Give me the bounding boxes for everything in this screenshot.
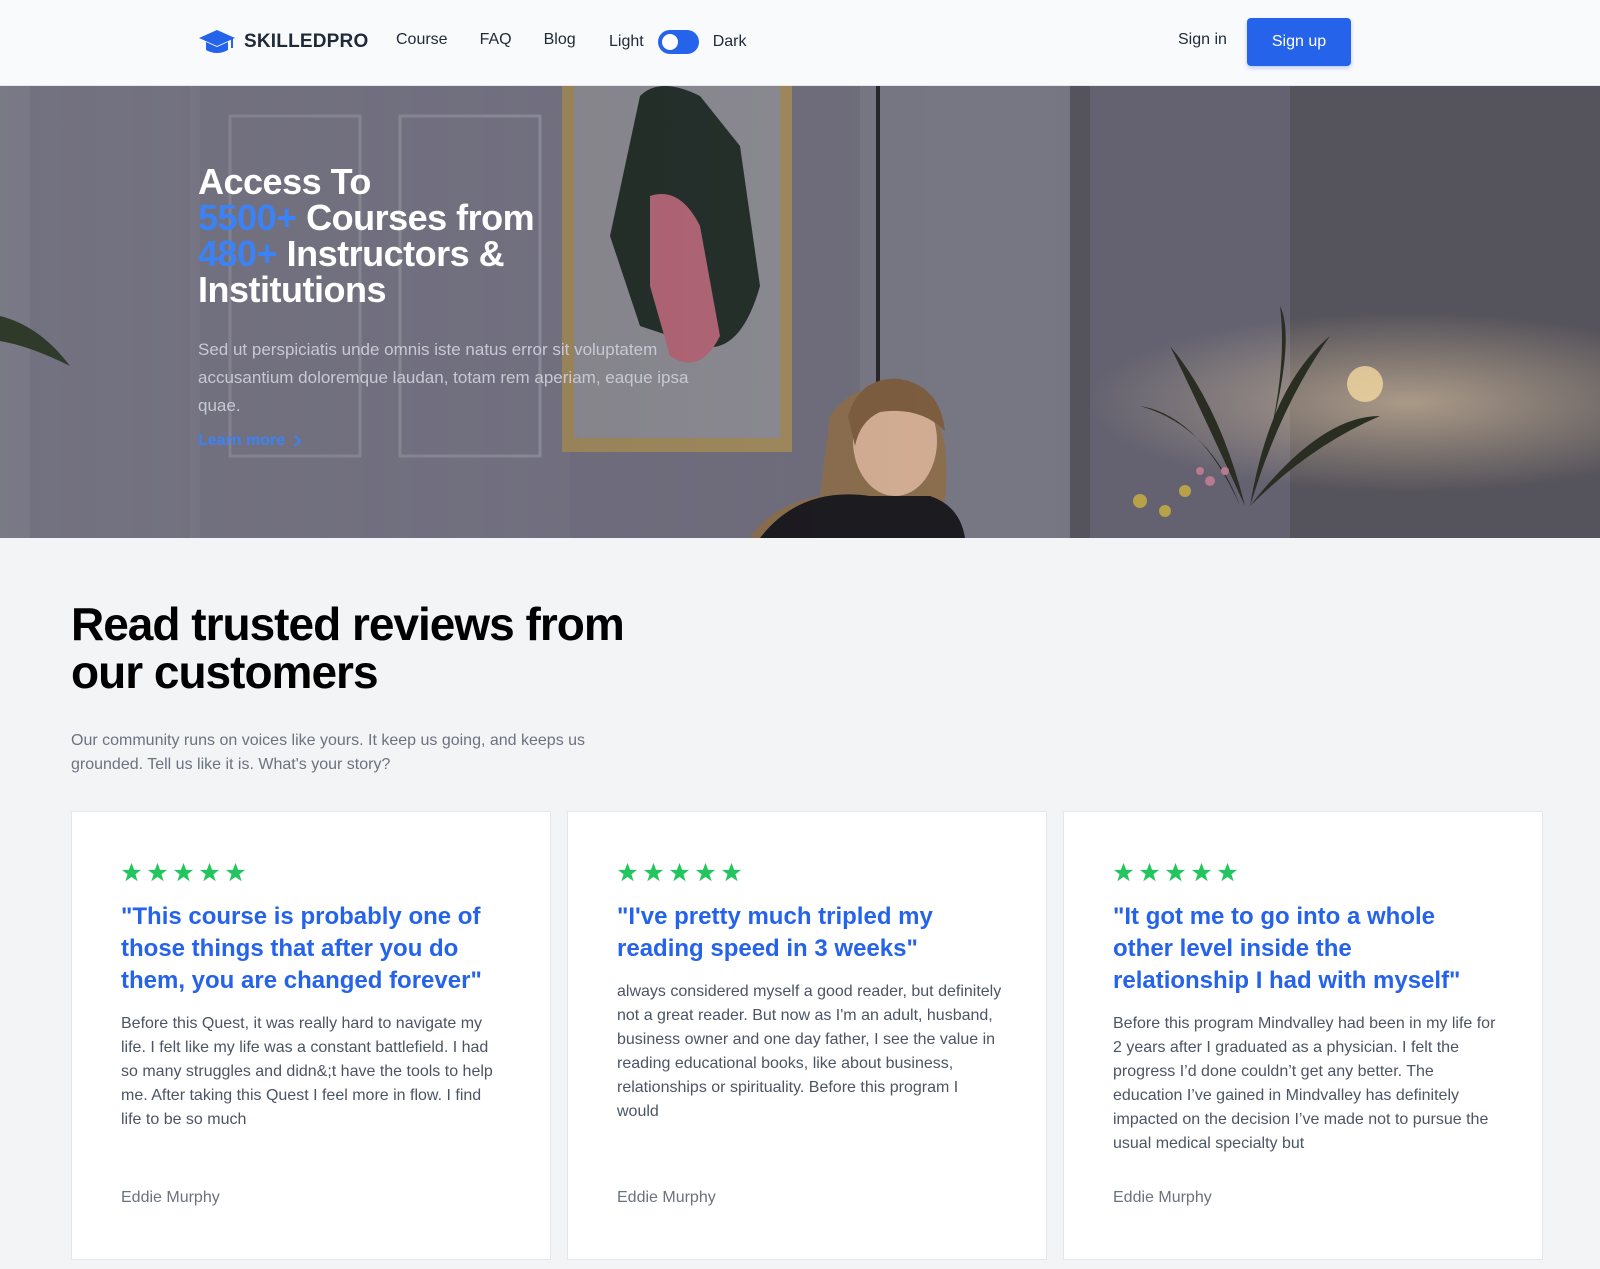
hero-title-line-1: Access To — [198, 161, 371, 202]
nav-link-course[interactable]: Course — [396, 31, 448, 49]
theme-dark-label: Dark — [712, 33, 747, 50]
signup-button[interactable]: Sign up — [1247, 18, 1351, 66]
review-quote: "This course is probably one of those th… — [121, 903, 482, 994]
star-icon — [225, 862, 246, 882]
review-quote: "I've pretty much tripled my reading spe… — [617, 903, 933, 962]
hero-section: Access To 5500+ Courses from 480+ Instru… — [0, 86, 1600, 538]
star-icon — [669, 862, 690, 882]
hero-title: Access To 5500+ Courses from 480+ Instru… — [198, 164, 718, 308]
hero-courses-count: 5500+ — [198, 197, 297, 238]
star-rating — [617, 862, 742, 883]
star-rating — [1113, 862, 1238, 883]
theme-switch: Light Dark — [609, 30, 746, 54]
star-icon — [1191, 862, 1212, 882]
star-icon — [199, 862, 220, 882]
star-icon — [617, 862, 638, 882]
star-icon — [1165, 862, 1186, 882]
review-body: Before this Quest, it was really hard to… — [121, 1015, 493, 1128]
reviews-title: Read trusted reviews from our customers — [71, 598, 625, 698]
navbar: SKILLEDPRO Course FAQ Blog Light Dark Si… — [0, 0, 1600, 86]
nav-link-faq[interactable]: FAQ — [480, 31, 512, 49]
review-author: Eddie Murphy — [617, 1189, 716, 1206]
brand-name: SKILLEDPRO — [244, 31, 369, 52]
toggle-knob — [661, 34, 678, 50]
star-icon — [643, 862, 664, 882]
hero-courses-text: Courses from — [296, 197, 535, 238]
star-icon — [173, 862, 194, 882]
brand-logo[interactable]: SKILLEDPRO — [198, 28, 368, 56]
star-icon — [1139, 862, 1160, 882]
review-cards: "This course is probably one of those th… — [71, 811, 1543, 1260]
learn-more-label: Learn more — [198, 432, 286, 449]
theme-toggle[interactable] — [657, 30, 699, 54]
review-quote: "It got me to go into a whole other leve… — [1113, 903, 1461, 994]
star-icon — [147, 862, 168, 882]
theme-light-label: Light — [609, 33, 644, 50]
hero-instructors-count: 480+ — [198, 233, 278, 274]
review-card: "This course is probably one of those th… — [71, 811, 551, 1260]
star-icon — [721, 862, 742, 882]
star-rating — [121, 862, 246, 883]
review-body: always considered myself a good reader, … — [617, 983, 1002, 1120]
graduation-cap-icon — [199, 30, 235, 53]
review-author: Eddie Murphy — [1113, 1189, 1212, 1206]
hero-title-line-4: Institutions — [198, 269, 386, 310]
learn-more-link[interactable]: Learn more — [198, 432, 303, 450]
chevron-right-icon — [294, 435, 302, 447]
hero-description: Sed ut perspiciatis unde omnis iste natu… — [198, 340, 689, 415]
star-icon — [1113, 862, 1134, 882]
star-icon — [695, 862, 716, 882]
review-body: Before this program Mindvalley had been … — [1113, 1015, 1496, 1152]
nav-link-blog[interactable]: Blog — [544, 31, 576, 49]
signin-link[interactable]: Sign in — [1178, 31, 1227, 49]
main-nav: Course FAQ Blog — [396, 31, 576, 49]
hero-instructors-text: Instructors & — [277, 233, 505, 274]
review-author: Eddie Murphy — [121, 1189, 220, 1206]
review-card: "It got me to go into a whole other leve… — [1063, 811, 1543, 1260]
review-card: "I've pretty much tripled my reading spe… — [567, 811, 1047, 1260]
star-icon — [1217, 862, 1238, 882]
hero-content: Access To 5500+ Courses from 480+ Instru… — [198, 164, 718, 450]
reviews-subtitle: Our community runs on voices like yours.… — [71, 732, 586, 773]
star-icon — [121, 862, 142, 882]
